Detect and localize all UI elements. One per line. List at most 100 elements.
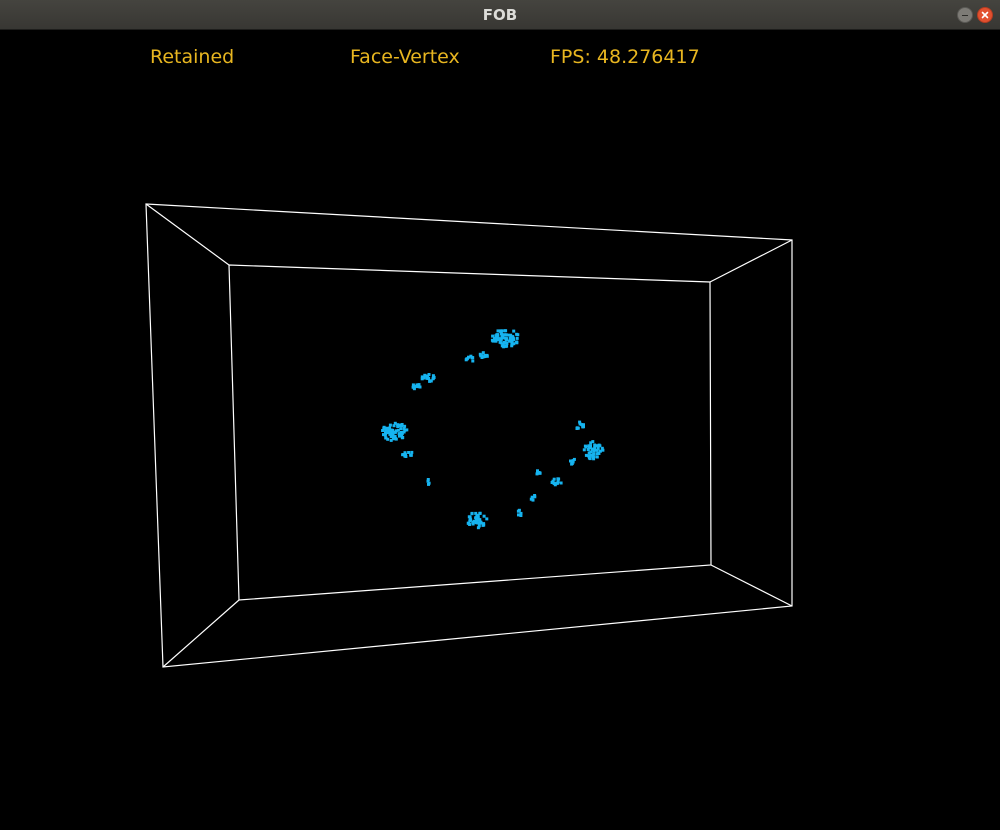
point [587,456,591,460]
point [476,516,480,520]
point [511,338,515,342]
point [383,433,387,437]
point [426,479,430,483]
box-back-face [228,264,712,601]
point [469,354,473,358]
point [495,333,499,337]
point [515,336,519,340]
render-viewport[interactable]: Retained Face-Vertex FPS: 48.276417 [0,30,1000,830]
point [505,344,509,348]
point [400,424,403,428]
point [533,495,537,499]
point [500,329,504,333]
point [482,514,486,518]
box-edge [162,599,240,668]
close-button[interactable] [977,7,993,23]
point [381,429,385,432]
point [420,377,424,381]
point [471,359,475,363]
point [470,512,474,516]
point [580,423,584,427]
point [569,459,572,463]
point [401,453,405,457]
point [491,334,495,338]
point [500,334,504,338]
point [559,481,563,485]
point [393,437,397,440]
point [468,515,472,519]
point [478,352,482,356]
point [490,338,494,342]
point [405,428,409,432]
scene-3d [145,203,793,668]
point [428,379,432,383]
point [591,447,595,451]
point [504,341,508,345]
point [583,444,587,448]
close-icon [981,11,989,19]
point [593,443,597,447]
point [418,385,422,389]
point [485,517,489,521]
point [538,471,542,475]
point [509,333,513,337]
point [409,453,413,457]
point [503,329,507,333]
point [469,518,473,522]
point [398,434,401,438]
point [501,342,505,346]
point [512,342,516,346]
point [504,333,508,337]
point [531,498,535,502]
point [552,477,556,481]
point [465,357,469,361]
point [389,435,393,438]
point [575,427,579,430]
point-cloud [381,329,605,530]
point [389,438,393,442]
point [410,450,414,454]
point [399,427,403,431]
point [414,384,418,388]
window-titlebar[interactable]: FOB [0,0,1000,30]
point [589,444,592,448]
point [570,462,574,466]
minimize-icon [962,14,968,16]
point [517,508,521,512]
point [477,521,481,525]
point [393,430,397,434]
point [598,449,602,453]
point [589,441,593,445]
point [472,519,476,523]
point [494,337,498,341]
point [404,453,407,457]
window-title: FOB [482,6,518,24]
point [476,526,480,530]
point [553,483,557,487]
point [595,452,599,456]
point [595,455,599,459]
point [571,459,575,463]
point [587,451,591,455]
point [389,428,393,432]
box-edge [710,564,793,607]
point [530,495,534,499]
point [481,351,485,355]
point [597,443,601,447]
point [582,448,586,452]
point [388,423,392,427]
point [485,353,489,357]
point [466,521,470,525]
point [502,345,506,349]
point [503,336,507,340]
point [427,377,431,380]
point [386,437,390,441]
point [515,341,519,345]
point [407,451,411,454]
point [596,446,600,450]
box-edge [145,203,230,266]
point [512,329,516,333]
point [496,329,500,333]
point [478,511,482,515]
minimize-button[interactable] [957,7,973,23]
